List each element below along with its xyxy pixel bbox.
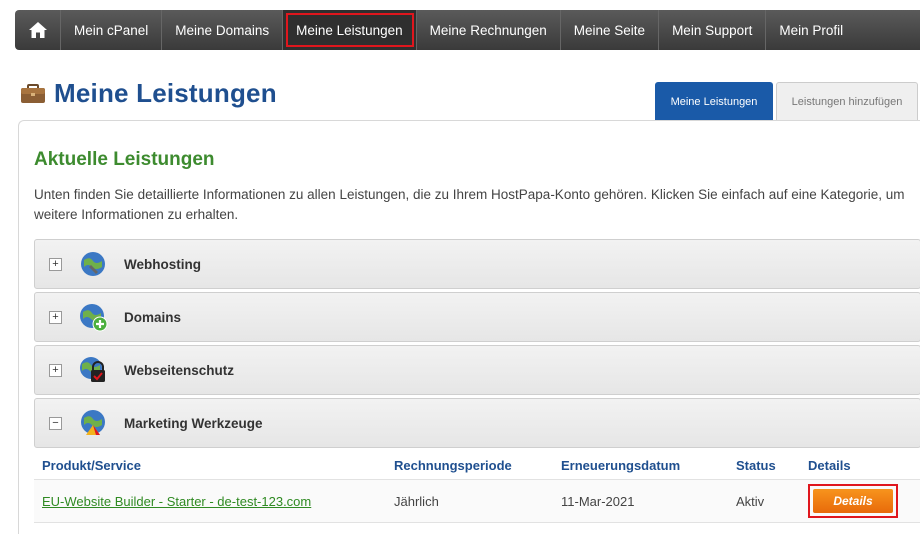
table-header: Produkt/Service Rechnungsperiode Erneuer… (34, 451, 920, 479)
nav-item-domains[interactable]: Meine Domains (162, 10, 284, 50)
website-protection-lock-icon (80, 357, 105, 382)
nav-item-leistungen[interactable]: Meine Leistungen (283, 10, 417, 50)
details-cell: Details (808, 484, 920, 518)
category-label: Domains (124, 309, 182, 325)
category-marketing-werkzeuge[interactable]: − Marketing Werkzeuge (34, 398, 920, 448)
column-header-status: Status (736, 457, 776, 473)
table-row: EU-Website Builder - Starter - de-test-1… (34, 479, 920, 523)
expand-toggle[interactable]: + (49, 257, 62, 271)
category-label: Webseitenschutz (124, 362, 235, 378)
tab-meine-leistungen[interactable]: Meine Leistungen (655, 82, 773, 120)
marketing-tools-icon (81, 410, 105, 435)
product-link[interactable]: EU-Website Builder - Starter - de-test-1… (42, 494, 311, 509)
status-cell: Aktiv (736, 493, 765, 509)
nav-item-cpanel[interactable]: Mein cPanel (61, 10, 163, 50)
details-highlight: Details (808, 484, 898, 518)
expand-toggle[interactable]: + (49, 363, 62, 377)
collapse-toggle[interactable]: − (49, 416, 62, 430)
content-panel: Aktuelle Leistungen Unten finden Sie det… (18, 120, 920, 534)
category-domains[interactable]: + Domains (34, 292, 920, 342)
expand-toggle[interactable]: + (49, 310, 62, 324)
nav-home-button[interactable] (15, 10, 61, 50)
intro-text: Unten finden Sie detaillierte Informatio… (34, 187, 905, 222)
category-label: Marketing Werkzeuge (124, 415, 263, 431)
product-cell: EU-Website Builder - Starter - de-test-1… (34, 494, 394, 509)
column-header-product: Produkt/Service (42, 457, 141, 473)
renewal-cell: 11-Mar-2021 (561, 493, 635, 509)
column-header-renewal: Erneuerungsdatum (561, 457, 681, 473)
webhosting-globe-icon (81, 252, 105, 276)
nav-item-rechnungen[interactable]: Meine Rechnungen (417, 10, 561, 50)
details-button[interactable]: Details (813, 489, 893, 513)
period-cell: Jährlich (394, 493, 439, 509)
main-navigation: Mein cPanel Meine Domains Meine Leistung… (15, 10, 920, 50)
page-tabs: Meine Leistungen Leistungen hinzufügen (655, 82, 918, 120)
category-webhosting[interactable]: + Webhosting (34, 239, 920, 289)
column-header-details: Details (808, 457, 851, 473)
nav-item-seite[interactable]: Meine Seite (561, 10, 660, 50)
section-heading: Aktuelle Leistungen (34, 149, 215, 170)
domains-globe-plus-icon (80, 304, 108, 332)
category-webseitenschutz[interactable]: + Webseitenschutz (34, 345, 920, 395)
column-header-period: Rechnungsperiode (394, 457, 512, 473)
home-icon (28, 22, 47, 38)
nav-item-support[interactable]: Mein Support (659, 10, 767, 50)
briefcase-icon (21, 83, 45, 103)
category-label: Webhosting (124, 256, 201, 272)
page-header: Meine Leistungen (20, 78, 277, 109)
services-table: Produkt/Service Rechnungsperiode Erneuer… (34, 451, 920, 523)
nav-item-profil[interactable]: Mein Profil (766, 10, 856, 50)
category-accordion: + Webhosting + Domains + Webseitenschutz… (34, 239, 920, 451)
page-title: Meine Leistungen (54, 78, 277, 108)
tab-leistungen-hinzufuegen[interactable]: Leistungen hinzufügen (776, 82, 918, 120)
